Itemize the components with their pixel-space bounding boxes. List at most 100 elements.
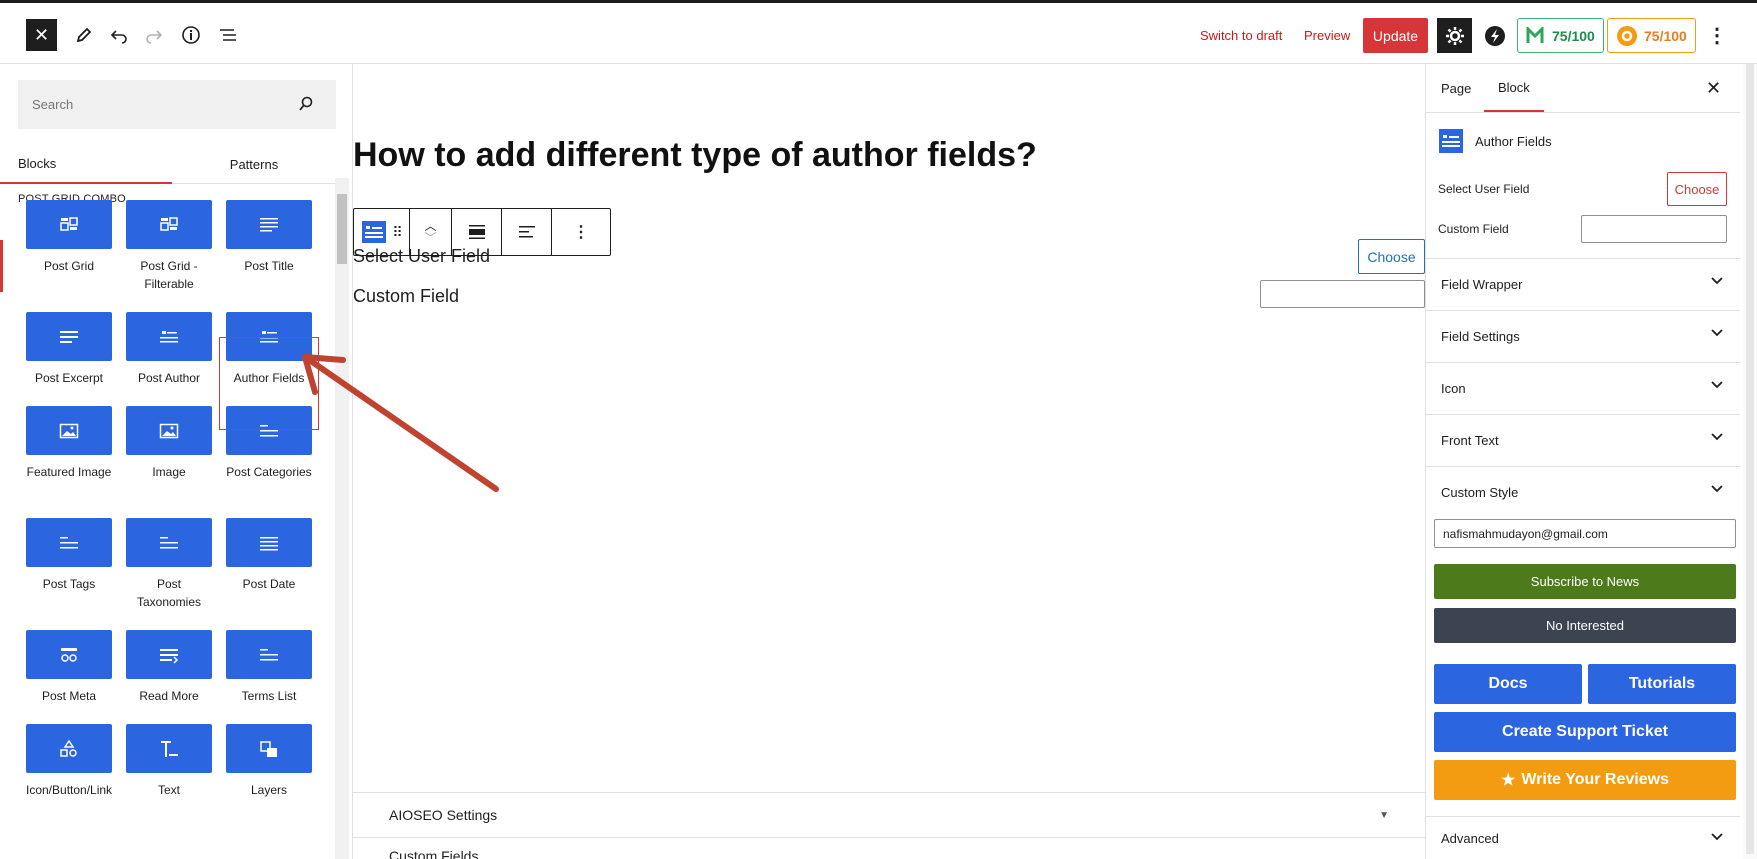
page-scrollbar[interactable] [1743,64,1757,859]
settings-button[interactable] [1437,18,1472,53]
options-button[interactable]: ⋮ [1705,23,1729,47]
chevron-down-icon [1711,833,1723,841]
block-item-icon-button-link[interactable]: Icon/Button/Link [26,724,112,799]
post-title[interactable]: How to add different type of author fiel… [353,136,1037,175]
editor-top-bar: ✕ Switch to draft Preview Update 75/100 … [0,0,1757,64]
block-item-label: Image [152,465,186,479]
image-icon [26,406,112,455]
edit-tool-button[interactable] [72,23,96,47]
custom-fields-label: Custom Fields [389,848,479,859]
inserter-tabs: Blocks Patterns [0,144,336,184]
undo-button[interactable] [107,23,131,47]
choose-user-button[interactable]: Choose [1667,172,1727,206]
text-icon [126,724,212,773]
image-icon [126,406,212,455]
block-item-label: Read More [139,689,199,703]
redo-button[interactable] [142,23,166,47]
block-item-post-title[interactable]: Post Title [226,200,312,275]
block-item-post-grid-filterable[interactable]: Post Grid - Filterable [126,200,212,293]
sidebar-divider [1426,112,1740,113]
move-down-icon[interactable]: ﹀ [424,232,436,244]
block-item-post-grid[interactable]: Post Grid [26,200,112,275]
close-editor-button[interactable]: ✕ [26,19,57,51]
undo-icon [110,30,127,44]
block-item-label: Post Grid - Filterable [140,259,198,291]
seo-score-orange-value: 75/100 [1644,27,1687,44]
aioseo-settings-panel[interactable]: AIOSEO Settings ▼ [353,792,1425,837]
block-item-label: Post Meta [41,689,97,703]
panel-advanced-label: Advanced [1441,830,1499,846]
block-item-post-author[interactable]: Post Author [126,312,212,387]
list-view-icon [220,29,236,41]
block-item-label: Featured Image [26,465,112,479]
block-item-post-excerpt[interactable]: Post Excerpt [26,312,112,387]
subscribe-button[interactable]: Subscribe to News [1434,564,1736,599]
author-icon [126,312,212,361]
block-item-post-date[interactable]: Post Date [226,518,312,593]
list-view-button[interactable] [216,23,240,47]
custom-field-input[interactable] [1260,280,1425,308]
no-interested-button[interactable]: No Interested [1434,608,1736,643]
tab-blocks[interactable]: Blocks [0,144,172,184]
panel-field-wrapper[interactable]: Field Wrapper [1426,258,1740,310]
tab-page[interactable]: Page [1441,64,1471,112]
close-sidebar-button[interactable]: ✕ [1706,78,1721,99]
tab-patterns[interactable]: Patterns [172,144,336,184]
settings-sidebar: Page Block ✕ Author Fields Select User F… [1425,64,1740,859]
grid-icon [26,200,112,249]
block-item-read-more[interactable]: Read More [126,630,212,705]
custom-fields-panel[interactable]: Custom Fields [353,837,1425,859]
email-input[interactable]: nafismahmudayon@gmail.com [1434,519,1736,548]
align-wide-icon [468,225,485,239]
pointer-arrow [302,354,499,492]
search-input[interactable]: Search [18,80,336,129]
shapes-icon [26,724,112,773]
inserter-scrollbar[interactable] [335,178,349,859]
meta-icon [26,630,112,679]
jetpack-button[interactable] [1483,24,1507,48]
support-ticket-button[interactable]: Create Support Ticket [1434,712,1736,752]
block-item-image[interactable]: Image [126,406,212,481]
chevron-down-icon [1711,381,1723,389]
tutorials-button[interactable]: Tutorials [1588,664,1736,704]
docs-button[interactable]: Docs [1434,664,1582,704]
seo-score-orange[interactable]: 75/100 [1607,18,1696,53]
choose-button[interactable]: Choose [1358,239,1425,274]
page-scrollbar-thumb[interactable] [1746,64,1754,854]
update-button[interactable]: Update [1363,18,1428,53]
block-item-post-meta[interactable]: Post Meta [26,630,112,705]
author-fields-icon [362,221,387,243]
scrollbar-thumb[interactable] [337,194,347,264]
seo-score-green[interactable]: 75/100 [1517,18,1604,53]
block-item-terms-list[interactable]: Terms List [226,630,312,705]
drag-handle-icon[interactable]: ⠿ [392,224,402,241]
author-fields-icon [1439,129,1463,153]
text-align-button[interactable] [502,209,552,255]
panel-label: Icon [1441,381,1466,396]
block-item-featured-image[interactable]: Featured Image [26,406,112,481]
chevron-down-icon [1711,277,1723,285]
block-item-label: Post Date [242,577,296,591]
panel-icon[interactable]: Icon [1426,362,1740,414]
panel-label: Custom Style [1441,485,1519,500]
switch-to-draft-link[interactable]: Switch to draft [1200,28,1282,43]
panel-field-settings[interactable]: Field Settings [1426,310,1740,362]
panel-advanced[interactable]: Advanced [1426,816,1740,859]
kebab-icon: ⋮ [573,224,589,241]
block-item-layers[interactable]: Layers [226,724,312,799]
tab-block[interactable]: Block [1484,64,1544,112]
custom-field-label: Custom Field [1438,222,1509,236]
block-options-button[interactable]: ⋮ [552,209,610,255]
block-item-post-taxonomies[interactable]: Post Taxonomies [126,518,212,611]
block-item-text[interactable]: Text [126,724,212,799]
panel-front-text[interactable]: Front Text [1426,414,1740,466]
block-item-label: Icon/Button/Link [26,783,113,797]
panel-custom-style[interactable]: Custom Style [1426,466,1740,518]
block-item-post-tags[interactable]: Post Tags [26,518,112,593]
preview-link[interactable]: Preview [1304,28,1350,43]
write-reviews-button[interactable]: ★ Write Your Reviews [1434,760,1736,800]
info-icon [182,26,200,44]
details-button[interactable] [179,23,203,47]
custom-field-input[interactable] [1581,215,1727,243]
category-marker [0,240,3,292]
